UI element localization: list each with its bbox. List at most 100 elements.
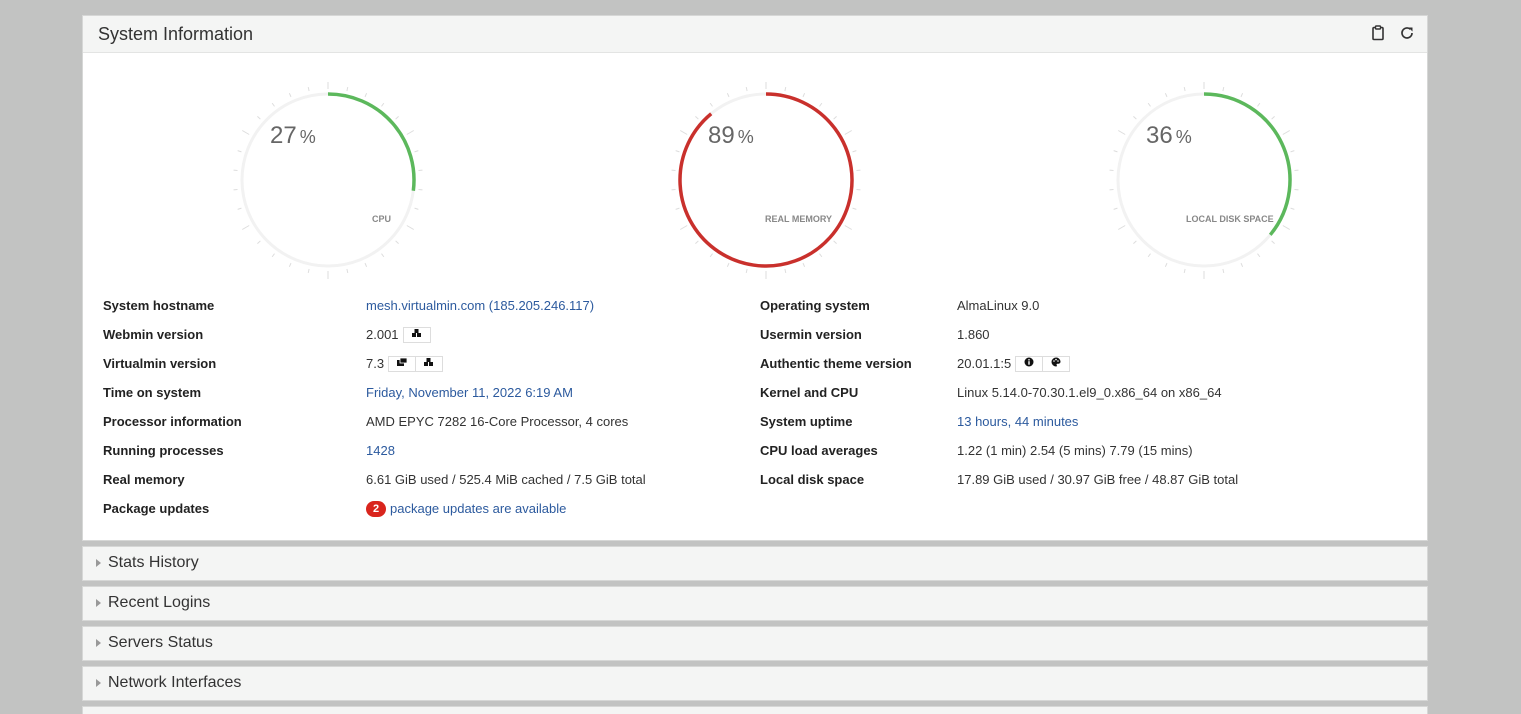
- theme-version-value: 20.01.1:5: [957, 354, 1071, 374]
- gauge-tick: [364, 93, 368, 98]
- cpu-gauge-value: 27%: [270, 122, 316, 149]
- gauge-tick: [381, 253, 385, 258]
- gauge-tick: [802, 93, 806, 98]
- gauge-tick: [784, 86, 787, 92]
- cubes-icon: [424, 357, 434, 366]
- gauge-tick: [709, 253, 713, 258]
- package-updates-value: 2 package updates are available: [366, 499, 566, 519]
- info-label: System uptime: [760, 414, 853, 429]
- gauge-tick: [1257, 253, 1261, 258]
- info-label: System hostname: [103, 298, 215, 313]
- theme-palette-button[interactable]: [1042, 355, 1071, 372]
- info-row-load-averages: CPU load averages 1.22 (1 min) 2.54 (5 m…: [760, 441, 1400, 461]
- gauge-tick: [1222, 86, 1225, 92]
- caret-right-icon: [96, 599, 101, 607]
- gauge-tick: [414, 207, 419, 210]
- info-label: Local disk space: [760, 472, 865, 487]
- refresh-icon[interactable]: [1398, 24, 1416, 42]
- theme-info-button[interactable]: [1015, 355, 1044, 372]
- gauge-tick: [675, 207, 680, 210]
- clipboard-icon[interactable]: [1369, 24, 1387, 42]
- gauge-tick: [675, 150, 680, 153]
- time-link[interactable]: Friday, November 11, 2022 6:19 AM: [366, 383, 573, 403]
- disk-space-value: 17.89 GiB used / 30.97 GiB free / 48.87 …: [957, 472, 1239, 487]
- gauge-tick: [844, 225, 852, 230]
- gauge-tick: [1147, 253, 1151, 258]
- section-next[interactable]: [82, 706, 1428, 714]
- gauge-tick: [844, 130, 852, 135]
- gauge-tick: [745, 268, 748, 274]
- virtualmin-packages-button[interactable]: [415, 355, 444, 372]
- local-disk-space-gauge-dial: [1109, 82, 1299, 279]
- updates-count-badge: 2: [366, 500, 386, 517]
- gauge-tick: [257, 240, 261, 244]
- uptime-link[interactable]: 13 hours, 44 minutes: [957, 412, 1078, 432]
- section-title: Recent Logins: [108, 594, 211, 611]
- cpu-gauge-arc: [327, 92, 416, 191]
- info-row-webmin-version: Webmin version 2.001: [103, 325, 703, 345]
- gauge-tick: [395, 240, 399, 244]
- info-label: CPU load averages: [760, 443, 878, 458]
- gauge-tick: [1290, 150, 1295, 153]
- info-row-real-memory: Real memory 6.61 GiB used / 525.4 MiB ca…: [103, 470, 703, 490]
- processes-link[interactable]: 1428: [366, 441, 395, 461]
- info-row-hostname: System hostname mesh.virtualmin.com (185…: [103, 296, 703, 316]
- cpu-gauge-dial: [233, 82, 423, 279]
- gauge-tick: [381, 102, 385, 107]
- section-stats-history[interactable]: Stats History: [82, 546, 1428, 581]
- real-memory-gauge-arc: [678, 92, 854, 268]
- info-label: Running processes: [103, 443, 224, 458]
- package-updates-link[interactable]: package updates are available: [390, 501, 566, 516]
- gauge-tick: [726, 93, 730, 98]
- info-row-time: Time on system Friday, November 11, 2022…: [103, 383, 703, 403]
- gauge-tick: [307, 86, 310, 92]
- caret-right-icon: [96, 559, 101, 567]
- gauge-tick: [1147, 102, 1151, 107]
- info-row-processor: Processor information AMD EPYC 7282 16-C…: [103, 412, 703, 432]
- gauge-tick: [1118, 130, 1126, 135]
- gauge-tick: [1290, 207, 1295, 210]
- gauge-tick: [406, 225, 414, 230]
- gauge-tick: [1240, 262, 1244, 267]
- gauge-tick: [680, 225, 688, 230]
- info-row-usermin-version: Usermin version 1.860: [760, 325, 1400, 345]
- info-row-disk-space: Local disk space 17.89 GiB used / 30.97 …: [760, 470, 1400, 490]
- cpu-gauge-label: CPU: [372, 214, 392, 224]
- processor-value: AMD EPYC 7282 16-Core Processor, 4 cores: [366, 414, 629, 429]
- gauge-tick: [1222, 268, 1225, 274]
- gauge-tick: [395, 116, 399, 120]
- info-label: Processor information: [103, 414, 242, 429]
- gauge-tick: [819, 102, 823, 107]
- hostname-link[interactable]: mesh.virtualmin.com (185.205.246.117): [366, 296, 594, 316]
- gauge-tick: [1133, 116, 1137, 120]
- gauge-tick: [709, 102, 713, 107]
- info-row-processes: Running processes 1428: [103, 441, 703, 461]
- system-information-panel: System Information 27% CPU 89% REAL MEMO…: [82, 15, 1428, 541]
- clone-icon: [397, 357, 408, 366]
- section-recent-logins[interactable]: Recent Logins: [82, 586, 1428, 621]
- gauge-tick: [784, 268, 787, 274]
- virtualmin-info-button[interactable]: [388, 355, 417, 372]
- gauge-tick: [833, 240, 837, 244]
- gauge-tick: [1257, 102, 1261, 107]
- gauge-tick: [271, 253, 275, 258]
- gauge-tick: [414, 150, 419, 153]
- section-title: Network Interfaces: [108, 674, 242, 691]
- gauge-tick: [833, 116, 837, 120]
- gauge-tick: [819, 253, 823, 258]
- gauge-tick: [1183, 86, 1186, 92]
- gauge-tick: [680, 130, 688, 135]
- real-memory-gauge: 89% REAL MEMORY: [666, 82, 866, 282]
- gauge-tick: [242, 130, 250, 135]
- panel-header: System Information: [83, 16, 1427, 53]
- info-label: Real memory: [103, 472, 185, 487]
- gauge-tick: [1282, 225, 1290, 230]
- os-value: AlmaLinux 9.0: [957, 298, 1040, 313]
- info-row-uptime: System uptime 13 hours, 44 minutes: [760, 412, 1400, 432]
- section-network-interfaces[interactable]: Network Interfaces: [82, 666, 1428, 701]
- section-servers-status[interactable]: Servers Status: [82, 626, 1428, 661]
- cpu-gauge: 27% CPU: [228, 82, 428, 282]
- caret-right-icon: [96, 639, 101, 647]
- webmin-packages-button[interactable]: [402, 326, 431, 343]
- local-disk-space-gauge: 36% LOCAL DISK SPACE: [1104, 82, 1304, 282]
